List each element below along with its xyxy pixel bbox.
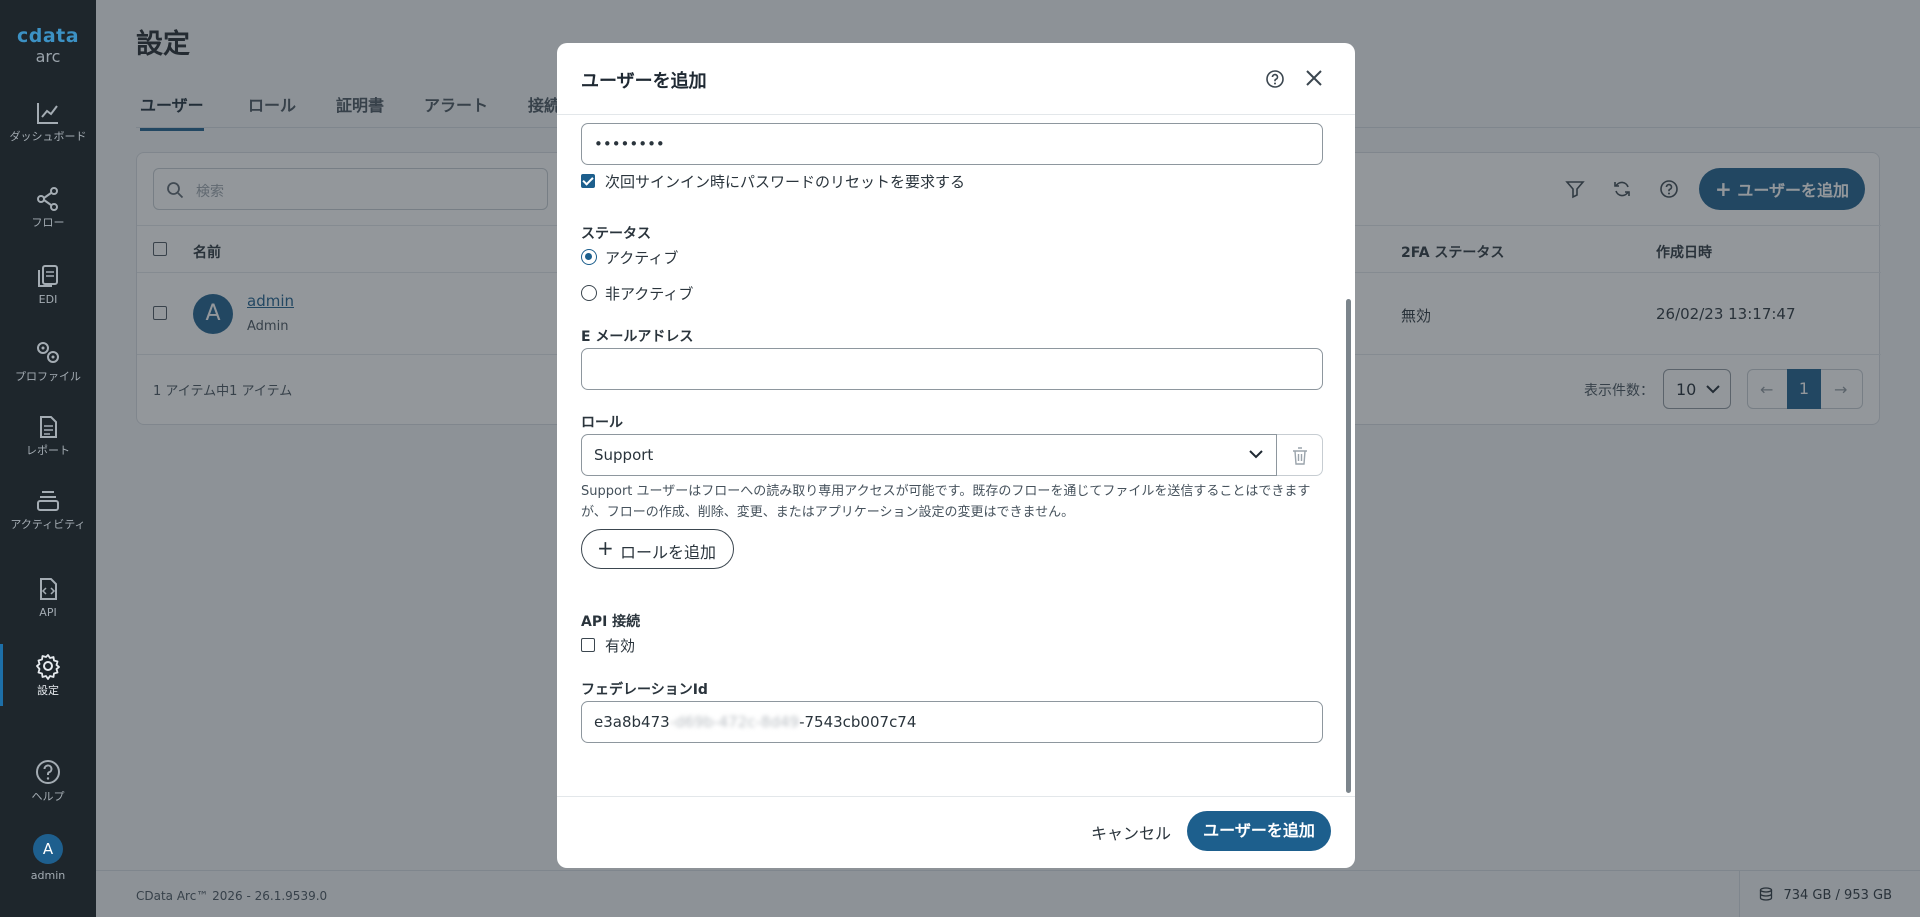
radio-circle: [581, 249, 597, 265]
sidebar-item-flow[interactable]: フロー: [0, 186, 96, 229]
sidebar-item-help[interactable]: ヘルプ: [0, 758, 96, 803]
api-enabled-label: 有効: [605, 637, 636, 655]
federation-id-prefix: e3a8b473: [594, 713, 670, 731]
sidebar-user-label: admin: [30, 869, 66, 882]
sidebar-item-label: ヘルプ: [31, 790, 65, 803]
dialog-body: •••••••• 次回サインイン時にパスワードのリセットを要求する ステータス …: [557, 116, 1355, 796]
password-field[interactable]: ••••••••: [581, 123, 1323, 165]
close-icon[interactable]: [1305, 69, 1323, 87]
email-label: E メールアドレス: [581, 329, 694, 345]
status-label: ステータス: [581, 226, 651, 242]
sidebar-item-api[interactable]: API: [0, 576, 96, 619]
delete-role-button[interactable]: [1277, 434, 1323, 476]
role-select-value: Support: [594, 446, 654, 464]
help-icon: [36, 760, 60, 784]
logo-bottom-text: arc: [35, 47, 61, 66]
federation-id-field[interactable]: e3a8b473-d69b-472c-8d49-7543cb007c74: [581, 701, 1323, 743]
role-description: Support ユーザーはフローへの読み取り専用アクセスが可能です。既存のフロー…: [581, 484, 1311, 520]
gear-icon: [36, 654, 60, 680]
avatar: A: [33, 834, 63, 864]
sidebar-item-label: API: [39, 606, 57, 619]
reset-password-label: 次回サインイン時にパスワードのリセットを要求する: [605, 173, 966, 191]
trash-icon: [1293, 447, 1307, 465]
layers-icon: [37, 491, 59, 511]
sidebar: cdata arc ダッシュボード フロー EDI プロファイル レポート アク…: [0, 0, 96, 917]
sidebar-item-report[interactable]: レポート: [0, 414, 96, 457]
status-option-label: 非アクティブ: [605, 285, 694, 303]
share-nodes-icon: [37, 187, 58, 211]
gears-icon: [37, 342, 59, 363]
sidebar-item-label: アクティビティ: [10, 518, 86, 531]
add-user-dialog: ユーザーを追加 •••••••• 次回サインイン時にパスワードのリセットを要求す…: [557, 43, 1355, 868]
sidebar-item-label: プロファイル: [15, 370, 81, 383]
help-icon[interactable]: [1265, 69, 1285, 89]
add-role-label: ロールを追加: [620, 543, 717, 562]
checkbox-box: [581, 174, 595, 188]
sidebar-item-label: EDI: [38, 293, 58, 306]
dialog-header: ユーザーを追加: [557, 43, 1355, 115]
documents-icon: [38, 265, 58, 287]
plus-icon: +: [597, 536, 614, 560]
cancel-button[interactable]: キャンセル: [1091, 820, 1171, 844]
logo-top-text: cdata: [16, 25, 80, 47]
checkbox-box: [581, 638, 595, 652]
sidebar-item-settings[interactable]: 設定: [0, 644, 96, 706]
sidebar-item-label: フロー: [31, 216, 65, 229]
api-file-icon: [40, 578, 57, 600]
federation-id-label: フェデレーションId: [581, 682, 708, 698]
sidebar-item-edi[interactable]: EDI: [0, 263, 96, 306]
role-label: ロール: [581, 415, 623, 431]
dialog-footer: キャンセル ユーザーを追加: [557, 796, 1355, 868]
role-select[interactable]: Support: [581, 434, 1277, 476]
chart-line-icon: [37, 103, 58, 124]
submit-add-user-button[interactable]: ユーザーを追加: [1187, 811, 1331, 851]
sidebar-item-label: ダッシュボード: [9, 130, 87, 143]
radio-circle: [581, 285, 597, 301]
status-option-label: アクティブ: [605, 249, 679, 267]
sidebar-item-label: レポート: [26, 444, 70, 457]
dialog-title: ユーザーを追加: [581, 71, 707, 92]
sidebar-item-label: 設定: [37, 684, 59, 697]
federation-id-suffix: -7543cb007c74: [799, 713, 917, 731]
cdata-arc-logo[interactable]: cdata arc: [0, 26, 96, 66]
chevron-down-icon: [1249, 450, 1263, 459]
sidebar-item-dashboard[interactable]: ダッシュボード: [0, 100, 96, 143]
email-field[interactable]: [581, 348, 1323, 390]
add-role-button[interactable]: + ロールを追加: [581, 529, 734, 569]
federation-id-redacted: -d69b-472c-8d49: [669, 713, 800, 731]
report-icon: [40, 416, 57, 438]
sidebar-user[interactable]: A admin: [0, 834, 96, 882]
sidebar-item-activity[interactable]: アクティビティ: [0, 488, 96, 531]
api-label: API 接続: [581, 614, 641, 630]
dialog-scrollbar[interactable]: [1346, 299, 1351, 793]
sidebar-item-profile[interactable]: プロファイル: [0, 338, 96, 383]
